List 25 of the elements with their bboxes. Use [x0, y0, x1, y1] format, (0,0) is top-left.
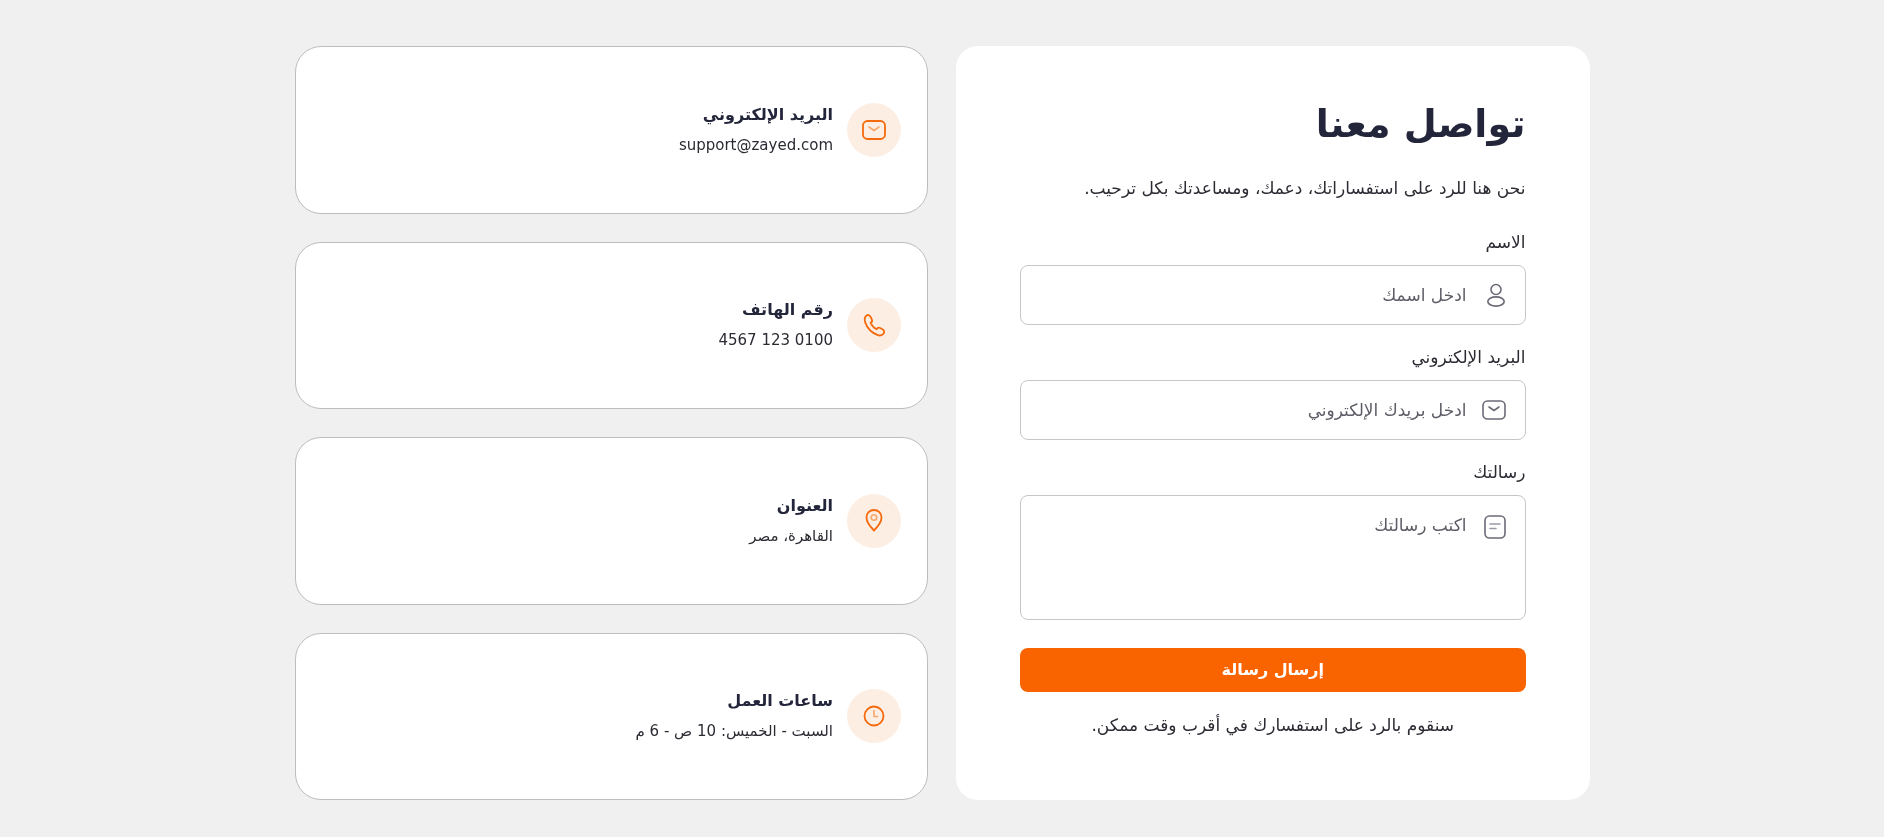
form-title: تواصل معنا — [1314, 101, 1526, 148]
contact-value: القاهرة، مصر — [749, 525, 833, 547]
field-label: البريد الإلكتروني — [1410, 346, 1526, 369]
form-subtitle: نحن هنا للرد على استفساراتك، دعمك، ومساعدتك بكل ترحيب. — [1083, 177, 1526, 200]
contact-title: البريد الإلكتروني — [701, 103, 833, 127]
clock-icon — [847, 689, 901, 744]
email-field[interactable]: ادخل بريدك الإلكتروني — [1020, 380, 1526, 440]
notes-icon — [1483, 515, 1506, 539]
contact-title: ساعات العمل — [726, 690, 833, 713]
message-field[interactable]: اكتب رسالتك — [1020, 495, 1526, 620]
envelope-icon — [847, 102, 901, 157]
contact-value: support@zayed.com — [678, 134, 833, 156]
reply-note: سنقوم بالرد على استفسارك في أقرب وقت ممكن. — [1090, 713, 1456, 737]
field-label: الاسم — [1484, 231, 1526, 254]
person-icon — [1485, 283, 1506, 307]
contact-title: رقم الهاتف — [741, 299, 833, 322]
name-field[interactable]: ادخل اسمك — [1020, 265, 1526, 325]
contact-value: 4567 123 0100 — [718, 330, 833, 352]
contact-title: العنوان — [775, 494, 833, 517]
phone-icon — [847, 298, 901, 353]
field-label: رسالتك — [1472, 461, 1526, 484]
envelope-icon — [1481, 400, 1506, 420]
location-pin-icon — [847, 493, 901, 548]
send-button[interactable]: إرسال رسالة — [1020, 648, 1526, 692]
contact-value: السبت - الخميس: 10 ص - 6 م — [635, 721, 833, 743]
